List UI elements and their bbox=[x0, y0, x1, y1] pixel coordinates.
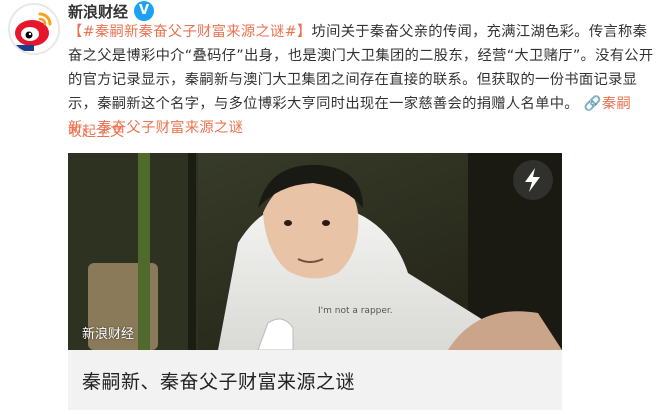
article-card[interactable]: I'm not a rapper. 新浪财经 秦嗣新、秦奋父子财富来源之谜 bbox=[68, 153, 562, 410]
article-card-title[interactable]: 秦嗣新、秦奋父子财富来源之谜 bbox=[82, 367, 355, 394]
sina-logo-icon bbox=[10, 5, 58, 53]
verified-badge-icon: V bbox=[134, 1, 154, 21]
image-watermark: 新浪财经 bbox=[82, 327, 135, 342]
lightning-icon[interactable] bbox=[513, 160, 553, 200]
author-name[interactable]: 新浪财经 bbox=[68, 2, 128, 22]
post-text: 【#秦嗣新秦奋父子财富来源之谜#】坊间关于秦奋父亲的传闻，充满江湖色彩。传言称秦… bbox=[68, 20, 658, 140]
collapse-full-text-link[interactable]: 收起全文 bbox=[68, 122, 124, 142]
cover-photo: I'm not a rapper. bbox=[68, 153, 562, 350]
avatar[interactable] bbox=[8, 3, 60, 55]
article-cover-image[interactable]: I'm not a rapper. bbox=[68, 153, 562, 350]
flash-glyph bbox=[525, 168, 540, 192]
link-icon: 🔗 bbox=[583, 96, 602, 112]
hashtag-link[interactable]: 【#秦嗣新秦奋父子财富来源之谜#】 bbox=[68, 24, 312, 40]
shirt-text: I'm not a rapper. bbox=[318, 306, 393, 316]
